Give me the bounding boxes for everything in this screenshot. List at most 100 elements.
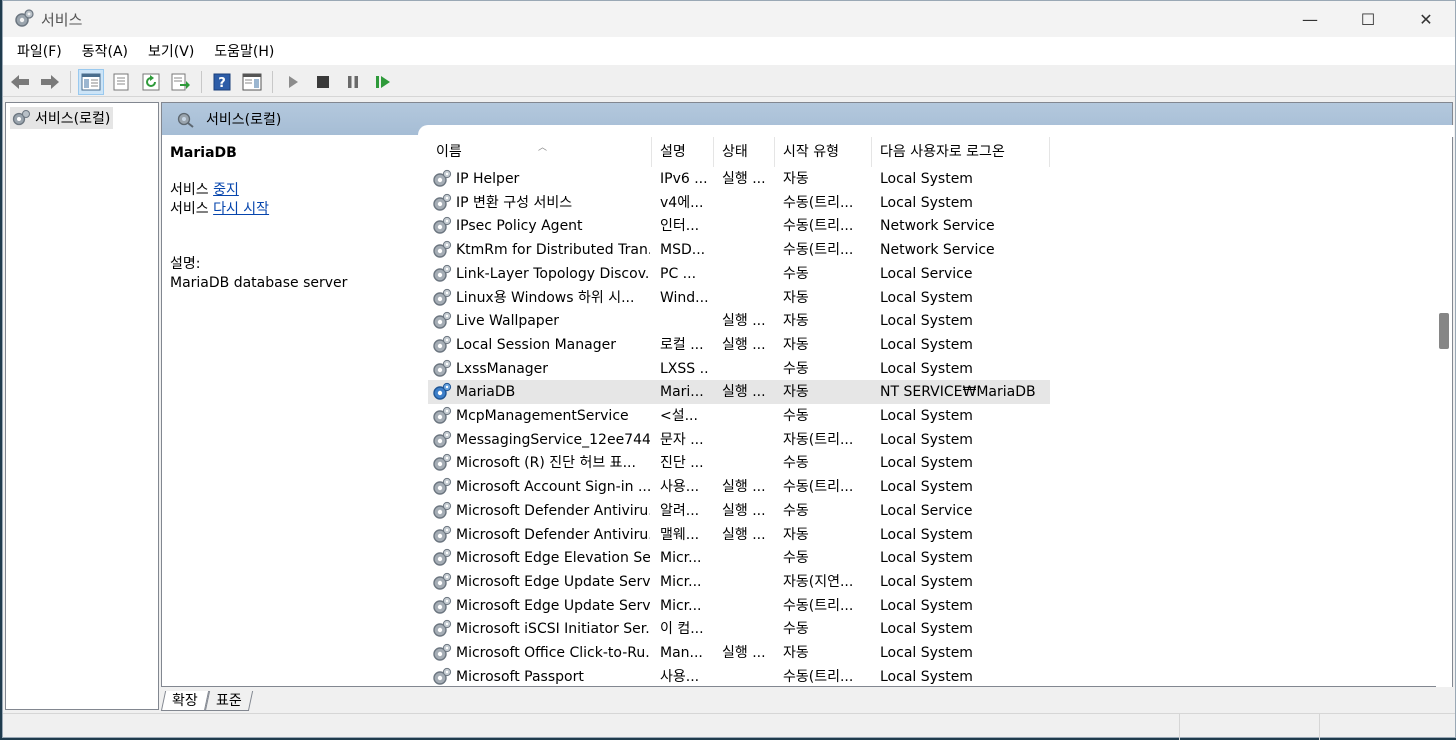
cell-description: MSD... xyxy=(660,242,706,259)
cell-logon: Local System xyxy=(880,550,973,567)
tree-node-services-local[interactable]: 서비스(로컬) xyxy=(10,107,114,129)
cell-description: 사용... xyxy=(660,479,700,496)
restart-icon xyxy=(376,75,390,88)
cell-status xyxy=(722,286,772,310)
table-row[interactable]: Microsoft (R) 진단 허브 표... 진단 ... 수동 Local Sy… xyxy=(428,451,1050,475)
table-row[interactable]: Microsoft Office Click-to-Ru... Man... 실행 … xyxy=(428,641,1050,665)
table-row[interactable]: Microsoft Defender Antiviru... 알려... 실행 ..… xyxy=(428,499,1050,523)
cell-name: KtmRm for Distributed Tran... xyxy=(456,242,650,259)
tree-node-label: 서비스(로컬) xyxy=(35,111,111,127)
stop-service-button[interactable] xyxy=(310,69,336,95)
show-hide-console-tree-button[interactable] xyxy=(78,68,104,95)
cell-status: 실행 ... xyxy=(722,502,766,519)
cell-startup: 수동(트리... xyxy=(783,668,854,685)
cell-startup: 자동(트리... xyxy=(783,431,854,448)
column-log-on-as[interactable]: 다음 사용자로 로그온 xyxy=(872,137,1050,167)
title-bar[interactable]: 서비스 — ☐ ✕ xyxy=(3,1,1455,37)
arrow-right-icon xyxy=(41,74,59,89)
start-service-button[interactable] xyxy=(280,69,306,95)
service-gear-icon xyxy=(433,217,452,235)
service-gear-icon xyxy=(433,572,452,590)
tab-extended[interactable]: 확장 xyxy=(160,691,209,711)
cell-logon: Network Service xyxy=(880,242,995,259)
cell-status xyxy=(722,357,772,381)
table-row[interactable]: Microsoft Passport 사용... 수동(트리... Local Sys… xyxy=(428,665,1050,687)
pane-header-notch xyxy=(418,125,1454,137)
pause-service-button[interactable] xyxy=(340,69,366,95)
cell-startup: 자동 xyxy=(783,645,809,661)
column-header: 이름 ︿ 설명 상태 시작 유형 다음 사용자로 로그온 xyxy=(428,137,1428,167)
menu-view[interactable]: 보기(V) xyxy=(138,41,204,61)
export-list-button[interactable] xyxy=(168,69,194,95)
menu-file[interactable]: 파일(F) xyxy=(7,41,72,61)
cell-logon: Network Service xyxy=(880,218,995,235)
back-button[interactable] xyxy=(7,69,33,95)
table-row[interactable]: IP Helper IPv6 ... 실행 ... 자동 Local System xyxy=(428,167,1050,191)
help-button[interactable]: ? xyxy=(209,69,235,95)
status-separator xyxy=(1319,714,1320,740)
cell-name: Microsoft Passport xyxy=(456,668,584,685)
restart-service-link[interactable]: 다시 시작 xyxy=(213,201,269,217)
minimize-button[interactable]: — xyxy=(1281,1,1339,37)
cell-logon: Local System xyxy=(880,573,973,590)
table-row[interactable]: Microsoft Account Sign-in ... 사용... 실행 ...… xyxy=(428,475,1050,499)
cell-status: 실행 ... xyxy=(722,384,766,401)
table-row[interactable]: IP 변환 구성 서비스 v4에... 수동(트리... Local System xyxy=(428,191,1050,215)
menu-help[interactable]: 도움말(H) xyxy=(204,41,284,61)
service-details: MariaDB 서비스 중지 서비스 다시 시작 설명: MariaDB dat… xyxy=(170,145,410,293)
table-row[interactable]: Link-Layer Topology Discov... PC ... 수동 Loc… xyxy=(428,262,1050,286)
cell-logon: Local Service xyxy=(880,502,973,519)
services-window: 서비스 — ☐ ✕ 파일(F) 동작(A) 보기(V) 도움말(H) ? 서비스… xyxy=(2,0,1456,740)
stop-service-link[interactable]: 중지 xyxy=(213,182,239,198)
table-row[interactable]: Linux용 Windows 하위 시... Wind... 자동 Local Sys… xyxy=(428,286,1050,310)
table-row[interactable]: MariaDB Mari... 실행 ... 자동 NT SERVICE₩MariaDB xyxy=(428,380,1050,405)
toolbar-separator xyxy=(201,70,202,93)
service-gear-icon xyxy=(433,193,452,211)
table-row[interactable]: McpManagementService <설... 수동 Local System xyxy=(428,404,1050,428)
play-icon xyxy=(289,75,298,88)
properties-button[interactable] xyxy=(108,69,134,95)
cell-description: Micr... xyxy=(660,550,702,567)
table-row[interactable]: KtmRm for Distributed Tran... MSD... 수동(트리… xyxy=(428,238,1050,262)
table-row[interactable]: Microsoft Edge Elevation Se... Micr... 수동 L… xyxy=(428,546,1050,570)
cell-description xyxy=(660,309,710,333)
table-row[interactable]: Microsoft Edge Update Serv... Micr... 자동(지… xyxy=(428,570,1050,594)
close-button[interactable]: ✕ xyxy=(1397,1,1455,37)
table-row[interactable]: LxssManager LXSS ... 수동 Local System xyxy=(428,357,1050,381)
menu-action[interactable]: 동작(A) xyxy=(72,41,138,61)
export-icon xyxy=(171,73,190,90)
table-row[interactable]: Microsoft iSCSI Initiator Ser... 이 컴... 수동… xyxy=(428,617,1050,641)
table-row[interactable]: Live Wallpaper 실행 ... 자동 Local System xyxy=(428,309,1050,333)
service-gear-icon xyxy=(433,312,452,329)
cell-name: Live Wallpaper xyxy=(456,313,560,330)
table-row[interactable]: Local Session Manager 로컬 ... 실행 ... 자동 Local… xyxy=(428,333,1050,357)
cell-status xyxy=(722,191,772,215)
service-gear-icon xyxy=(433,501,452,519)
cell-name: Microsoft Defender Antiviru... xyxy=(456,502,650,519)
description-label: 설명: xyxy=(170,256,201,272)
properties-icon xyxy=(113,73,129,90)
column-startup-type[interactable]: 시작 유형 xyxy=(775,137,872,167)
column-status[interactable]: 상태 xyxy=(714,137,775,167)
table-row[interactable]: Microsoft Edge Update Serv... Micr... 수동(트… xyxy=(428,594,1050,618)
tab-standard[interactable]: 표준 xyxy=(204,691,253,711)
vertical-scrollbar[interactable] xyxy=(1436,137,1452,687)
table-row[interactable]: Microsoft Defender Antiviru... 맬웨... 실행 ..… xyxy=(428,523,1050,547)
show-action-pane-button[interactable] xyxy=(239,69,265,95)
cell-startup: 수동 xyxy=(783,265,809,282)
column-name[interactable]: 이름 ︿ xyxy=(428,137,652,167)
cell-status xyxy=(722,617,772,641)
maximize-button[interactable]: ☐ xyxy=(1339,1,1397,37)
table-row[interactable]: IPsec Policy Agent 인터... 수동(트리... Network S… xyxy=(428,214,1050,238)
cell-name: MariaDB xyxy=(456,384,516,401)
table-row[interactable]: MessagingService_12ee744a 문자 ... 자동(트리... L… xyxy=(428,428,1050,452)
refresh-icon xyxy=(142,73,160,90)
window-title: 서비스 xyxy=(41,10,83,29)
cell-startup: 수동 xyxy=(783,408,809,424)
restart-service-button[interactable] xyxy=(370,69,396,95)
column-description[interactable]: 설명 xyxy=(652,137,714,167)
forward-button[interactable] xyxy=(37,69,63,95)
refresh-button[interactable] xyxy=(138,69,164,95)
arrow-left-icon xyxy=(11,74,29,89)
scrollbar-thumb[interactable] xyxy=(1439,313,1449,349)
